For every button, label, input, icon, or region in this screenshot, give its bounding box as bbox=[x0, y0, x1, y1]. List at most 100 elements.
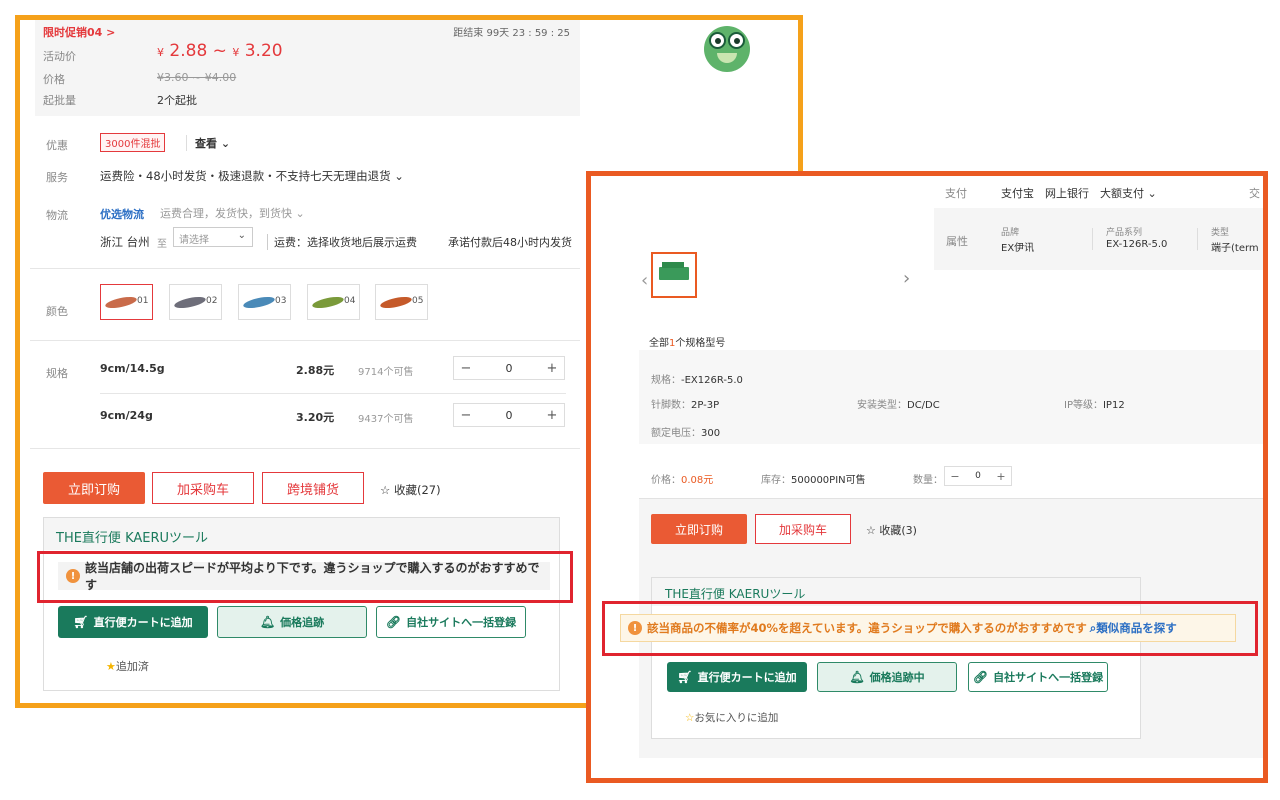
add-to-cart-button[interactable]: 加采购车 bbox=[755, 514, 851, 544]
right-product-panel: 支付 支付宝 网上银行 大额支付 ⌄ 交 属性 品牌 EX伊讯 产品系列 EX-12… bbox=[586, 171, 1268, 783]
favorite-link[interactable]: ☆ 收藏(3) bbox=[866, 522, 917, 538]
minus-button[interactable]: − bbox=[454, 408, 478, 423]
spec-count: 全部1个规格型号 bbox=[649, 338, 726, 349]
kaeru-add-cart-button[interactable]: 🛒︎ 直行便カートに追加 bbox=[667, 662, 807, 692]
add-to-favorites-link[interactable]: ☆お気に入りに追加 bbox=[685, 710, 778, 725]
quantity-input[interactable]: 0 bbox=[968, 471, 988, 481]
service-label: 服务 bbox=[46, 171, 68, 184]
color-swatch-04[interactable]: 04 bbox=[307, 284, 360, 320]
minus-button[interactable]: − bbox=[454, 361, 478, 376]
destination-select[interactable]: 请选择 ⌄ bbox=[173, 227, 253, 247]
spec-name: 9cm/14.5g bbox=[100, 362, 165, 375]
spec-name: 9cm/24g bbox=[100, 409, 153, 422]
discount-badge: 3000件混批 bbox=[100, 133, 166, 152]
product-thumbnail[interactable] bbox=[651, 252, 697, 298]
plus-button[interactable]: + bbox=[540, 361, 564, 376]
color-swatch-02[interactable]: 02 bbox=[169, 284, 222, 320]
spec-detail-box: 规格：-EX126R-5.0 针脚数：2P-3P 安装类型：DC/DC IP等级… bbox=[639, 350, 1263, 444]
payment-extra: 交 bbox=[1249, 187, 1260, 200]
shipping-promise: 承诺付款后48小时内发货 bbox=[448, 236, 572, 249]
activity-price-label: 活动价 bbox=[43, 50, 76, 63]
lure-image bbox=[242, 294, 276, 311]
color-label: 颜色 bbox=[46, 305, 68, 318]
cart-icon: 🛒︎ bbox=[677, 670, 693, 684]
add-to-cart-button[interactable]: 加采购车 bbox=[152, 472, 254, 504]
kaeru-title: THE直行便 KAERUツール bbox=[665, 587, 806, 601]
link-icon: 🔗︎ bbox=[972, 670, 989, 684]
chevron-down-icon: ⌄ bbox=[295, 207, 305, 220]
cart-icon: 🛒︎ bbox=[73, 615, 89, 629]
services-text[interactable]: 运费险・48小时发货・极速退款・不支持七天无理由退货 ⌄ bbox=[100, 168, 404, 184]
minus-button[interactable]: − bbox=[945, 470, 965, 483]
lure-image bbox=[311, 294, 345, 311]
star-icon: ☆ bbox=[380, 483, 391, 497]
bulk-register-button[interactable]: 🔗︎ 自社サイトへ一括登録 bbox=[968, 662, 1108, 692]
ip-rating: IP等级：IP12 bbox=[1064, 400, 1125, 411]
divider bbox=[30, 268, 580, 269]
quantity-input[interactable]: 0 bbox=[497, 362, 521, 375]
spec-stock: 9714个可售 bbox=[358, 367, 414, 378]
price-track-button[interactable]: 🔔︎ 価格追跡 bbox=[217, 606, 367, 638]
promo-title[interactable]: 限时促销04 > bbox=[43, 24, 115, 40]
bell-icon: 🔔︎ bbox=[259, 615, 276, 629]
attr-type: 类型 端子(term bbox=[1211, 228, 1259, 254]
mount-type: 安装类型：DC/DC bbox=[857, 400, 940, 411]
bell-icon: 🔔︎ bbox=[849, 670, 865, 684]
logistics-note[interactable]: 运费合理，发货快，到货快 ⌄ bbox=[160, 205, 305, 221]
added-to-favorites[interactable]: ★追加済 bbox=[106, 658, 149, 674]
pin-count: 针脚数：2P-3P bbox=[651, 400, 720, 411]
star-icon: ☆ bbox=[866, 524, 876, 537]
link-icon: 🔗︎ bbox=[385, 615, 402, 629]
discount-label: 优惠 bbox=[46, 139, 68, 152]
activity-price: ¥ 2.88 ~ ¥ 3.20 bbox=[157, 41, 283, 61]
orig-price: ¥3.60 ~ ¥4.00 bbox=[157, 71, 237, 84]
chevron-left-icon[interactable]: ‹ bbox=[641, 270, 648, 291]
chevron-down-icon: ⌄ bbox=[237, 230, 246, 241]
payment-methods[interactable]: 支付宝 网上银行 大额支付 ⌄ bbox=[1001, 185, 1157, 201]
chevron-right-icon[interactable]: › bbox=[903, 268, 910, 289]
kaeru-title: THE直行便 KAERUツール bbox=[56, 531, 209, 546]
quantity-stepper: −0 + bbox=[944, 466, 1012, 486]
color-swatch-01[interactable]: 01 bbox=[100, 284, 153, 320]
moq-value: 2个起批 bbox=[157, 94, 197, 107]
discount-view-link[interactable]: 查看 ⌄ bbox=[186, 135, 230, 151]
shipping-fee-note: 运费：选择收货地后展示运费 bbox=[267, 234, 417, 250]
countdown: 距结束 99天 23 : 59 : 25 bbox=[453, 28, 570, 39]
attribute-label: 属性 bbox=[946, 235, 968, 248]
chevron-down-icon: ⌄ bbox=[1147, 187, 1157, 200]
plus-button[interactable]: + bbox=[540, 408, 564, 423]
lure-image bbox=[379, 294, 413, 311]
price: 价格：0.08元 bbox=[651, 475, 714, 486]
divider bbox=[100, 393, 566, 394]
buy-now-button[interactable]: 立即订购 bbox=[43, 472, 145, 504]
ship-to-label: 至 bbox=[157, 239, 167, 250]
highlight-frame bbox=[602, 601, 1258, 656]
quantity-stepper: − 0 + bbox=[453, 403, 565, 427]
color-swatch-03[interactable]: 03 bbox=[238, 284, 291, 320]
quantity-input[interactable]: 0 bbox=[497, 409, 521, 422]
buy-now-button[interactable]: 立即订购 bbox=[651, 514, 747, 544]
bulk-register-button[interactable]: 🔗︎ 自社サイトへ一括登録 bbox=[376, 606, 526, 638]
divider bbox=[30, 448, 580, 449]
divider bbox=[30, 340, 580, 341]
price-tracking-button[interactable]: 🔔︎ 価格追跡中 bbox=[817, 662, 957, 692]
star-filled-icon: ★ bbox=[106, 660, 116, 673]
quantity-label: 数量： bbox=[913, 475, 943, 486]
kaeru-add-cart-button[interactable]: 🛒︎ 直行便カートに追加 bbox=[58, 606, 208, 638]
logistics-label: 物流 bbox=[46, 209, 68, 222]
kaeru-tool-box: THE直行便 KAERUツール ! 該当店舗の出荷スピードが平均より下です。違う… bbox=[43, 517, 560, 691]
color-swatch-05[interactable]: 05 bbox=[375, 284, 428, 320]
chevron-down-icon: ⌄ bbox=[220, 137, 231, 150]
spec-price: 3.20元 bbox=[296, 411, 335, 424]
attr-brand: 品牌 EX伊讯 bbox=[1001, 228, 1035, 254]
plus-button[interactable]: + bbox=[991, 470, 1011, 483]
favorite-link[interactable]: ☆ 收藏(27) bbox=[380, 482, 441, 498]
spec-model: 规格：-EX126R-5.0 bbox=[651, 375, 743, 386]
logistics-fast: 优选物流 bbox=[100, 208, 144, 221]
cross-border-button[interactable]: 跨境铺货 bbox=[262, 472, 364, 504]
ship-from: 浙江 台州 bbox=[100, 235, 150, 249]
kaeru-frog-icon[interactable] bbox=[704, 26, 750, 72]
stock: 库存：500000PIN可售 bbox=[761, 475, 866, 486]
spec-price: 2.88元 bbox=[296, 364, 335, 377]
orig-price-label: 价格 bbox=[43, 73, 65, 86]
